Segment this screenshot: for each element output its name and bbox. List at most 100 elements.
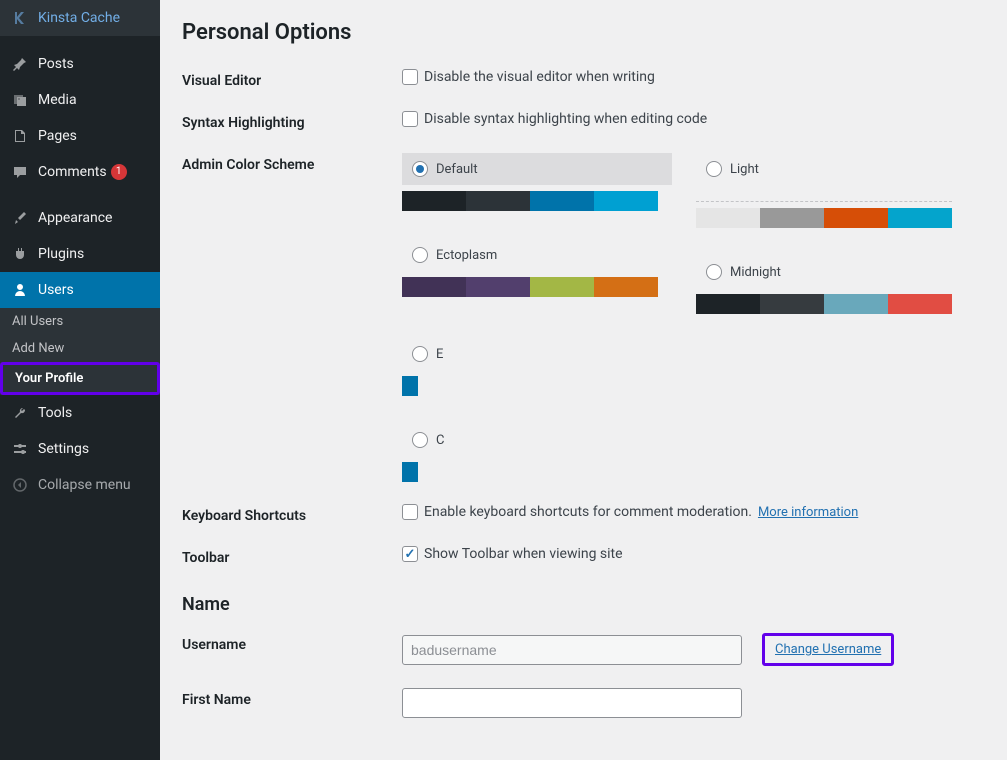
keyboard-more-link[interactable]: More information bbox=[758, 505, 858, 520]
submenu-item-your-profile[interactable]: Your Profile bbox=[0, 362, 160, 395]
submenu-item-add-new[interactable]: Add New bbox=[0, 335, 160, 362]
swatch bbox=[824, 294, 888, 314]
swatch bbox=[888, 208, 952, 228]
toolbar-text: Show Toolbar when viewing site bbox=[424, 546, 623, 562]
scheme-swatches bbox=[402, 191, 672, 211]
swatch bbox=[402, 277, 466, 297]
scheme-name: E bbox=[436, 347, 443, 362]
visual-editor-label: Visual Editor bbox=[182, 69, 402, 89]
swatch bbox=[402, 191, 466, 211]
scheme-name: C bbox=[436, 433, 444, 448]
scheme-swatches bbox=[402, 462, 672, 482]
profile-content: Personal Options Visual Editor Disable t… bbox=[160, 0, 1007, 760]
menu-item-appearance[interactable]: Appearance bbox=[0, 200, 160, 236]
scheme-light[interactable]: Light bbox=[696, 153, 966, 228]
swatch bbox=[696, 294, 760, 314]
menu-label: Media bbox=[38, 92, 77, 108]
media-icon bbox=[10, 90, 30, 110]
comments-badge: 1 bbox=[111, 164, 127, 180]
change-username-link[interactable]: Change Username bbox=[775, 642, 881, 657]
toolbar-label: Toolbar bbox=[182, 546, 402, 566]
menu-item-kinsta-cache[interactable]: Kinsta Cache bbox=[0, 0, 160, 36]
keyboard-text: Enable keyboard shortcuts for comment mo… bbox=[424, 504, 752, 520]
pin-icon bbox=[10, 54, 30, 74]
scheme-radio[interactable] bbox=[706, 161, 722, 177]
swatch bbox=[696, 208, 760, 228]
brush-icon bbox=[10, 208, 30, 228]
scheme-swatches bbox=[402, 277, 672, 297]
menu-item-tools[interactable]: Tools bbox=[0, 395, 160, 431]
scheme-default[interactable]: Default bbox=[402, 153, 672, 211]
scheme-radio[interactable] bbox=[706, 264, 722, 280]
menu-label: Plugins bbox=[38, 246, 84, 262]
scheme-name: Light bbox=[730, 162, 759, 177]
swatch bbox=[824, 208, 888, 228]
swatch bbox=[530, 191, 594, 211]
swatch bbox=[888, 294, 952, 314]
menu-label: Settings bbox=[38, 441, 89, 457]
comment-icon bbox=[10, 162, 30, 182]
username-label: Username bbox=[182, 633, 402, 653]
wrench-icon bbox=[10, 403, 30, 423]
menu-item-pages[interactable]: Pages bbox=[0, 118, 160, 154]
syntax-text: Disable syntax highlighting when editing… bbox=[424, 111, 707, 127]
scheme-radio[interactable] bbox=[412, 432, 428, 448]
first-name-label: First Name bbox=[182, 688, 402, 708]
menu-label: Collapse menu bbox=[38, 477, 131, 493]
syntax-label: Syntax Highlighting bbox=[182, 111, 402, 131]
swatch bbox=[594, 277, 658, 297]
scheme-swatches bbox=[696, 294, 966, 314]
scheme-c[interactable]: C bbox=[402, 424, 672, 482]
swatch bbox=[466, 191, 530, 211]
scheme-name: Midnight bbox=[730, 265, 781, 280]
keyboard-checkbox[interactable] bbox=[402, 504, 418, 520]
submenu-item-all-users[interactable]: All Users bbox=[0, 308, 160, 335]
swatch bbox=[402, 462, 418, 482]
menu-label: Comments bbox=[38, 164, 107, 180]
menu-item-users[interactable]: Users bbox=[0, 272, 160, 308]
menu-label: Users bbox=[38, 282, 74, 298]
users-submenu: All UsersAdd NewYour Profile bbox=[0, 308, 160, 395]
plug-icon bbox=[10, 244, 30, 264]
menu-item-posts[interactable]: Posts bbox=[0, 46, 160, 82]
scheme-swatches bbox=[402, 376, 672, 396]
scheme-name: Ectoplasm bbox=[436, 248, 497, 263]
page-icon bbox=[10, 126, 30, 146]
user-icon bbox=[10, 280, 30, 300]
toolbar-checkbox[interactable] bbox=[402, 546, 418, 562]
syntax-checkbox[interactable] bbox=[402, 111, 418, 127]
visual-editor-checkbox[interactable] bbox=[402, 69, 418, 85]
menu-item-media[interactable]: Media bbox=[0, 82, 160, 118]
swatch bbox=[760, 208, 824, 228]
keyboard-label: Keyboard Shortcuts bbox=[182, 504, 402, 524]
scheme-radio[interactable] bbox=[412, 161, 428, 177]
personal-options-heading: Personal Options bbox=[182, 20, 987, 45]
active-arrow-icon bbox=[160, 282, 168, 298]
scheme-radio[interactable] bbox=[412, 247, 428, 263]
color-scheme-label: Admin Color Scheme bbox=[182, 153, 402, 173]
admin-sidebar: Kinsta CachePostsMediaPagesComments1Appe… bbox=[0, 0, 160, 760]
swatch bbox=[530, 277, 594, 297]
scheme-e[interactable]: E bbox=[402, 338, 672, 396]
username-input[interactable] bbox=[402, 635, 742, 665]
menu-label: Kinsta Cache bbox=[38, 10, 120, 26]
scheme-ectoplasm[interactable]: Ectoplasm bbox=[402, 239, 672, 297]
change-username-highlight: Change Username bbox=[762, 633, 894, 666]
scheme-name: Default bbox=[436, 162, 478, 177]
swatch bbox=[402, 376, 418, 396]
first-name-input[interactable] bbox=[402, 688, 742, 718]
menu-item-comments[interactable]: Comments1 bbox=[0, 154, 160, 190]
menu-label: Posts bbox=[38, 56, 74, 72]
scheme-midnight[interactable]: Midnight bbox=[696, 256, 966, 314]
visual-editor-text: Disable the visual editor when writing bbox=[424, 69, 655, 85]
collapse-icon bbox=[10, 475, 30, 495]
menu-item-settings[interactable]: Settings bbox=[0, 431, 160, 467]
menu-item-plugins[interactable]: Plugins bbox=[0, 236, 160, 272]
menu-item-collapse-menu[interactable]: Collapse menu bbox=[0, 467, 160, 503]
kinsta-icon bbox=[10, 8, 30, 28]
swatch bbox=[760, 294, 824, 314]
swatch bbox=[466, 277, 530, 297]
menu-label: Tools bbox=[38, 405, 72, 421]
swatch bbox=[594, 191, 658, 211]
scheme-radio[interactable] bbox=[412, 346, 428, 362]
